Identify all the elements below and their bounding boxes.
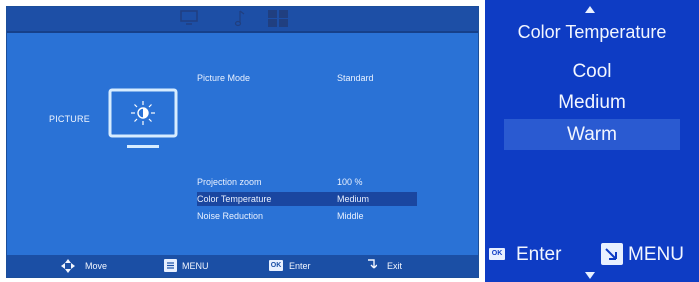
exit-hint: Exit bbox=[365, 258, 425, 274]
tv-icon[interactable] bbox=[179, 9, 199, 27]
exit-hint-label: Exit bbox=[387, 261, 403, 271]
grid-cell bbox=[279, 19, 288, 27]
move-hint: Move bbox=[61, 258, 121, 274]
popup-hint-bar: OK Enter MENU bbox=[485, 240, 699, 270]
enter-hint-label: Enter bbox=[516, 244, 562, 265]
menu-item-value: Standard bbox=[337, 73, 374, 83]
scroll-down-arrow-icon[interactable] bbox=[585, 272, 595, 279]
move-hint-label: Move bbox=[85, 261, 108, 271]
move-arrows-icon bbox=[61, 259, 75, 273]
option-cool[interactable]: Cool bbox=[485, 61, 699, 83]
popup-title: Color Temperature bbox=[517, 22, 667, 42]
menu-hint: MENU bbox=[164, 258, 234, 274]
menu-item-label: Picture Mode bbox=[197, 73, 251, 83]
menu-item-label: Projection zoom bbox=[197, 177, 262, 187]
menu-item-picture-mode[interactable]: Picture Mode Standard bbox=[197, 71, 417, 85]
grid-cell bbox=[279, 10, 288, 18]
menu-item-value: 100 % bbox=[337, 177, 363, 187]
option-warm[interactable]: Warm bbox=[485, 124, 699, 146]
menu-item-value: Middle bbox=[337, 211, 364, 221]
tab-bar-divider bbox=[7, 31, 478, 33]
music-note-icon[interactable] bbox=[233, 9, 247, 27]
picture-settings-panel: PICTURE Picture Mode Standard Projection… bbox=[6, 6, 479, 278]
menu-item-noise-reduction[interactable]: Noise Reduction Middle bbox=[197, 209, 417, 223]
hint-bar: Move MENU OK Enter Exit bbox=[7, 255, 478, 277]
grid-cell bbox=[268, 19, 277, 27]
ok-badge: OK bbox=[489, 248, 505, 260]
menu-item-projection-zoom[interactable]: Projection zoom 100 % bbox=[197, 175, 417, 189]
enter-hint: OK Enter bbox=[269, 258, 339, 274]
picture-grid-icon[interactable] bbox=[267, 9, 289, 27]
grid-cell bbox=[268, 10, 277, 18]
section-title: PICTURE bbox=[49, 114, 90, 124]
menu-back-icon bbox=[601, 243, 623, 265]
menu-item-color-temperature[interactable]: Color Temperature Medium bbox=[197, 192, 417, 206]
menu-list-icon bbox=[164, 259, 177, 272]
monitor-brightness-icon bbox=[107, 87, 179, 155]
scroll-up-arrow-icon[interactable] bbox=[585, 6, 595, 13]
menu-item-label: Noise Reduction bbox=[197, 211, 264, 221]
menu-item-value: Medium bbox=[337, 194, 370, 204]
color-temperature-popup: Color Temperature Cool Medium Warm OK En… bbox=[485, 0, 699, 282]
top-tab-bar bbox=[7, 7, 478, 31]
menu-item-label: Color Temperature bbox=[197, 194, 272, 204]
menu-hint-label: MENU bbox=[628, 244, 684, 265]
ok-badge: OK bbox=[269, 260, 283, 271]
exit-return-icon bbox=[368, 259, 377, 269]
enter-hint-label: Enter bbox=[289, 261, 311, 271]
menu-hint-label: MENU bbox=[182, 261, 209, 271]
option-medium[interactable]: Medium bbox=[485, 92, 699, 114]
